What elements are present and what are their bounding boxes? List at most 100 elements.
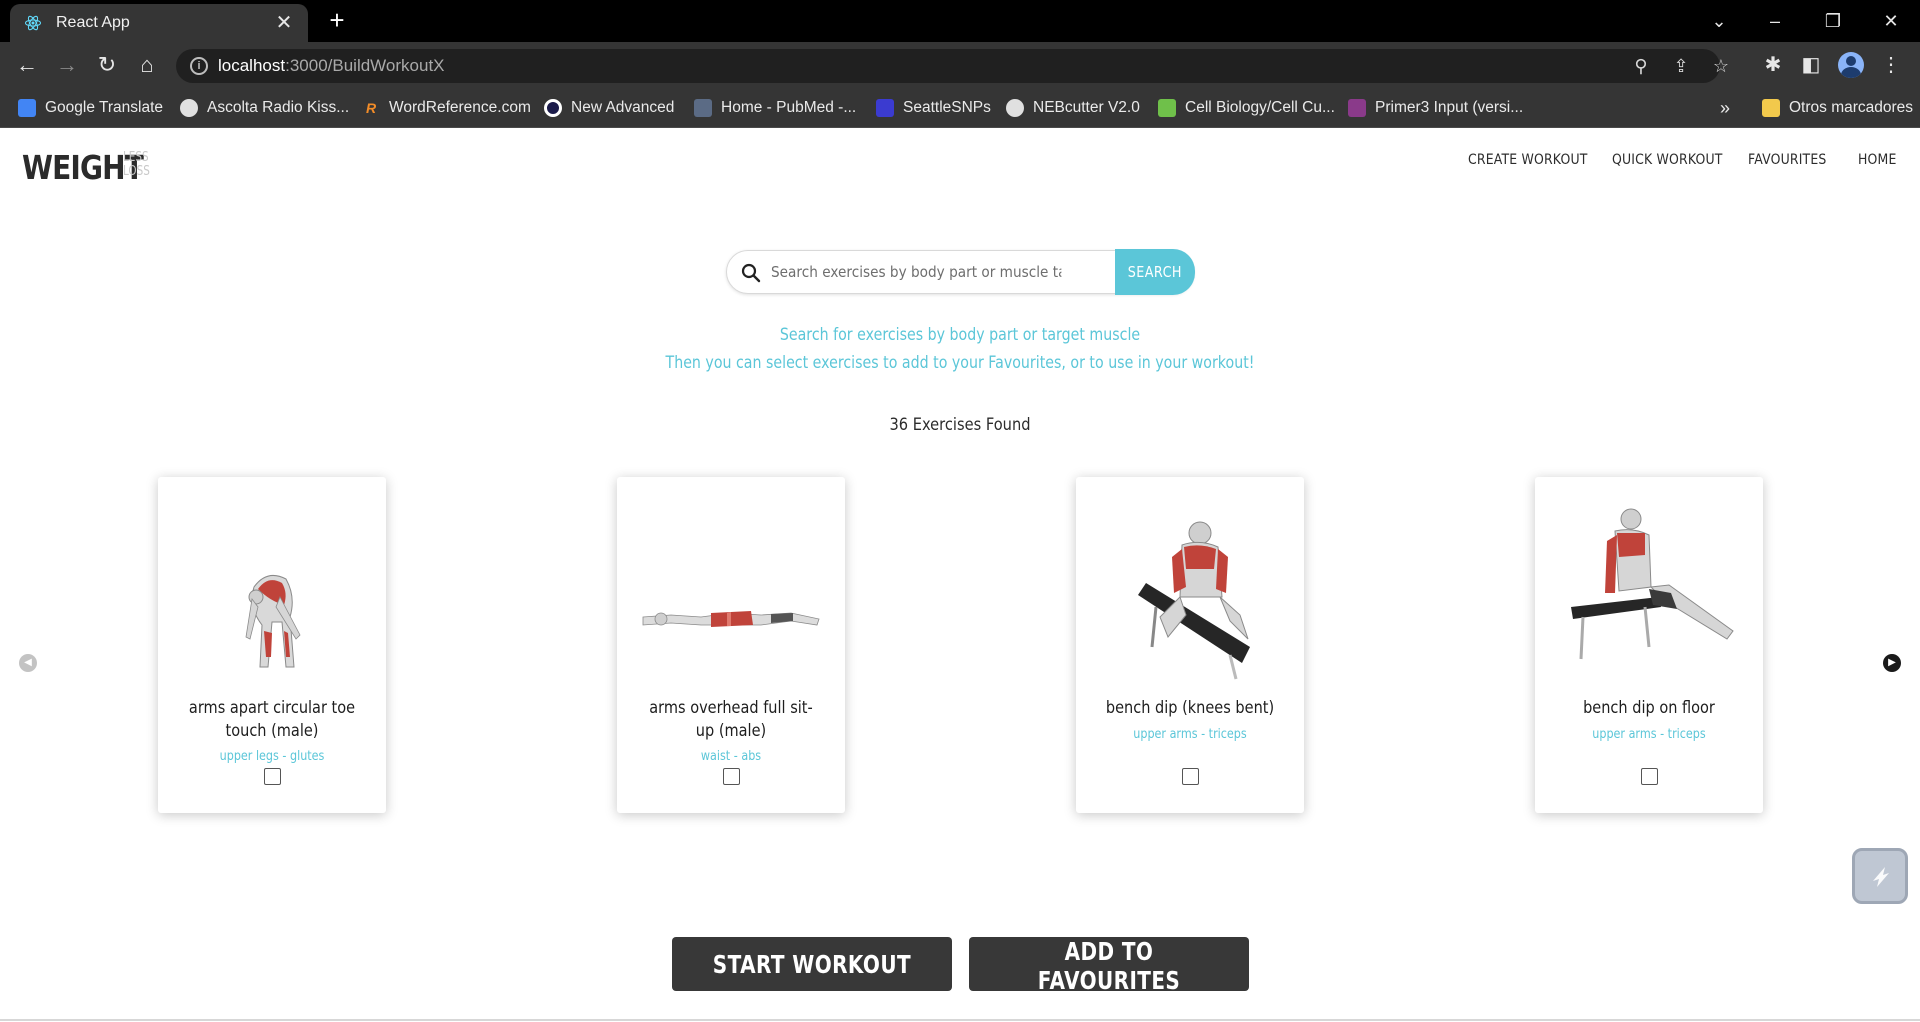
other-bookmarks[interactable]: Otros marcadores (1762, 96, 1913, 120)
react-icon (24, 15, 42, 31)
exercise-name-line-1: bench dip (knees bent) (1105, 698, 1275, 717)
bookmarks-overflow[interactable]: » (1720, 96, 1730, 120)
restore-icon[interactable]: ❐ (1818, 6, 1848, 36)
bookmark-star-icon[interactable]: ☆ (1710, 55, 1732, 77)
exercise-checkbox[interactable] (1641, 768, 1658, 785)
carousel-prev-icon[interactable]: ◀ (19, 654, 37, 672)
exercise-card[interactable]: arms apart circular toe touch (male) uppe… (158, 477, 386, 813)
exercise-tag: waist - abs (700, 749, 762, 764)
bookmark-ascolta-radio[interactable]: Ascolta Radio Kiss... (180, 96, 349, 120)
hint-line-2: Then you can select exercises to add to … (665, 353, 1255, 372)
exercise-card[interactable]: bench dip (knees bent) upper arms - tric… (1076, 477, 1304, 813)
new-tab-icon[interactable]: + (324, 7, 350, 34)
add-to-favourites-label: ADD TO FAVOURITES (1037, 937, 1181, 995)
profile-avatar[interactable] (1838, 52, 1864, 78)
exercise-image (245, 574, 301, 668)
exercise-name-line-1: bench dip on floor (1583, 698, 1715, 717)
folder-icon (1762, 99, 1780, 117)
exercise-checkbox[interactable] (1182, 768, 1199, 785)
pubmed-icon (694, 99, 712, 117)
back-icon[interactable]: ← (12, 50, 42, 80)
exercise-tag: upper arms - triceps (1592, 727, 1706, 742)
wordreference-icon: R (365, 100, 377, 116)
bookmark-pubmed[interactable]: Home - PubMed -... (694, 96, 856, 120)
tab-title: React App (56, 14, 130, 31)
tab-search-icon[interactable]: ⌄ (1704, 6, 1734, 36)
logo-sub-text: LESS LOSS (123, 151, 150, 179)
close-window-icon[interactable]: ✕ (1876, 6, 1906, 36)
start-workout-button[interactable]: START WORKOUT (672, 937, 952, 991)
bookmark-label: Home - PubMed -... (721, 99, 857, 116)
nav-favourites[interactable]: FAVOURITES (1748, 152, 1826, 168)
bookmark-new-advanced[interactable]: New Advanced (544, 96, 674, 120)
bottom-divider (0, 1019, 1920, 1021)
primer3-icon (1348, 99, 1366, 117)
extensions-icon[interactable]: ✱ (1760, 52, 1786, 78)
bookmark-label: Primer3 Input (versi... (1375, 99, 1524, 116)
exercise-card[interactable]: arms overhead full sit-up (male) waist -… (617, 477, 845, 813)
url-text[interactable]: localhost:3000/BuildWorkoutX (218, 56, 445, 76)
exercise-card[interactable]: bench dip on floor upper arms - triceps (1535, 477, 1763, 813)
nav-home[interactable]: HOME (1858, 152, 1897, 168)
bookmark-cell-biology[interactable]: Cell Biology/Cell Cu... (1158, 96, 1335, 120)
cell-biology-icon (1158, 99, 1176, 117)
bookmark-label: Cell Biology/Cell Cu... (1185, 99, 1335, 116)
zoom-icon[interactable]: ⚲ (1630, 55, 1652, 77)
hint-line-1: Search for exercises by body part or tar… (779, 325, 1141, 344)
start-workout-label: START WORKOUT (712, 949, 912, 979)
minimize-icon[interactable]: – (1760, 6, 1790, 36)
exercise-image (642, 611, 820, 627)
bookmark-label: NEBcutter V2.0 (1033, 99, 1140, 116)
browser-tab-bar: React App ✕ + ⌄ – ❐ ✕ (0, 0, 1920, 42)
carousel-next-icon[interactable]: ▶ (1883, 654, 1901, 672)
exercise-image (1138, 521, 1250, 680)
url-host: localhost (218, 56, 286, 75)
share-icon[interactable]: ⇪ (1670, 55, 1692, 77)
globe-icon (1006, 99, 1024, 117)
globe-icon (180, 99, 198, 117)
bookmarks-bar: Google Translate Ascolta Radio Kiss... R… (0, 88, 1920, 128)
bookmark-nebcutter[interactable]: NEBcutter V2.0 (1006, 96, 1140, 120)
home-icon[interactable]: ⌂ (132, 50, 162, 80)
forward-icon[interactable]: → (52, 50, 82, 80)
site-info-icon[interactable]: i (190, 57, 208, 75)
exercise-tag: upper legs - glutes (219, 749, 325, 764)
google-translate-icon (18, 99, 36, 117)
nav-create-workout[interactable]: CREATE WORKOUT (1468, 152, 1588, 168)
results-count: 36 Exercises Found (889, 415, 1031, 435)
address-bar[interactable]: i localhost:3000/BuildWorkoutX ⚲ ⇪ ☆ (176, 49, 1729, 83)
bookmark-label: SeattleSNPs (903, 99, 991, 116)
other-bookmarks-label: Otros marcadores (1789, 99, 1914, 116)
exercise-name-line-2: touch (male) (225, 721, 319, 740)
menu-icon[interactable]: ⋮ (1878, 52, 1904, 78)
nav-quick-workout[interactable]: QUICK WORKOUT (1612, 152, 1723, 168)
browser-toolbar: ← → ↻ ⌂ i localhost:3000/BuildWorkoutX ⚲… (0, 42, 1920, 88)
logo-sub-line-1: LESS (123, 150, 149, 165)
reload-icon[interactable]: ↻ (92, 50, 122, 80)
circle-logo-icon (544, 99, 562, 117)
exercise-name: bench dip (knees bent) (1102, 696, 1278, 719)
exercise-checkbox[interactable] (723, 768, 740, 785)
exercise-name-line-1: arms overhead full sit- (649, 698, 813, 717)
bookmark-google-translate[interactable]: Google Translate (18, 96, 163, 120)
add-to-favourites-button[interactable]: ADD TO FAVOURITES (969, 937, 1249, 995)
search-button[interactable]: SEARCH (1115, 249, 1195, 295)
bookmark-seattlesnps[interactable]: SeattleSNPs (876, 96, 991, 120)
exercise-checkbox[interactable] (264, 768, 281, 785)
close-tab-icon[interactable]: ✕ (274, 13, 294, 33)
bookmark-wordreference[interactable]: R WordReference.com (362, 96, 531, 120)
bookmark-primer3[interactable]: Primer3 Input (versi... (1348, 96, 1523, 120)
bookmark-label: WordReference.com (389, 99, 531, 116)
side-panel-icon[interactable]: ◧ (1798, 52, 1824, 78)
lightning-icon (1873, 867, 1889, 887)
logo-sub-line-2: LOSS (123, 164, 150, 179)
search-input[interactable] (771, 257, 1062, 287)
bookmark-label: New Advanced (571, 99, 675, 116)
site-logo[interactable]: WEIGHT LESS LOSS (22, 148, 164, 187)
exercise-tag: upper arms - triceps (1133, 727, 1247, 742)
floating-helper-button[interactable] (1852, 848, 1908, 904)
bookmark-label: Google Translate (45, 99, 164, 116)
browser-tab[interactable]: React App ✕ (10, 4, 308, 42)
exercise-image (1571, 508, 1734, 660)
exercise-name: arms overhead full sit-up (male) (643, 696, 819, 742)
